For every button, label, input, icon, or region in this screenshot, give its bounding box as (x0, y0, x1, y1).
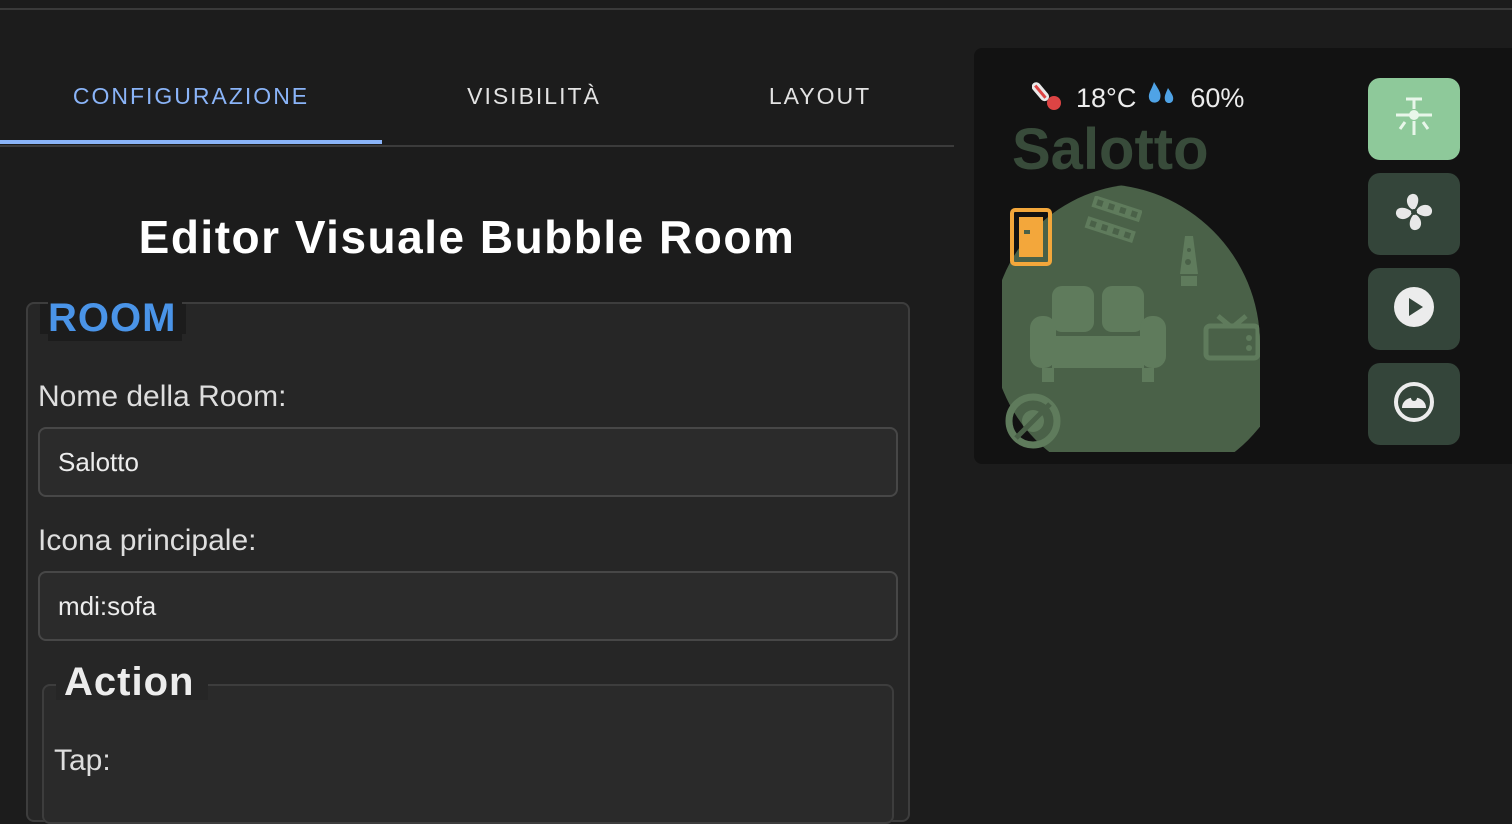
editor-title: Editor Visuale Bubble Room (138, 211, 796, 263)
action-section-legend: Action (64, 660, 195, 704)
fan-button[interactable] (1368, 173, 1460, 255)
tab-layout[interactable]: LAYOUT (686, 48, 954, 145)
play-icon (1392, 285, 1436, 334)
active-tab-indicator (0, 140, 382, 144)
door-icon[interactable] (1010, 208, 1052, 271)
sofa-icon[interactable] (1028, 282, 1168, 391)
tv-icon[interactable] (1202, 312, 1260, 369)
room-bubble[interactable] (1002, 184, 1260, 452)
temperature-value: 18°C (1076, 83, 1137, 113)
ceiling-fan-light-button[interactable] (1368, 78, 1460, 160)
tab-configurazione[interactable]: CONFIGURAZIONE (0, 48, 382, 145)
room-name-input[interactable] (38, 427, 898, 497)
tab-visibilita[interactable]: VISIBILITÀ (382, 48, 686, 145)
humidity-value: 60% (1190, 83, 1245, 113)
room-section-legend: ROOM (48, 296, 183, 341)
media-play-button[interactable] (1368, 268, 1460, 350)
main-icon-input[interactable] (38, 571, 898, 641)
lava-lamp-icon[interactable] (1178, 234, 1200, 293)
thermometer-icon (1031, 78, 1066, 119)
fan-icon (1392, 190, 1436, 239)
tab-bar: CONFIGURAZIONE VISIBILITÀ LAYOUT (0, 48, 954, 147)
preview-room-name: Salotto (1012, 117, 1209, 182)
tap-label: Tap: (54, 744, 111, 777)
sensor-status: 18°C 60% (1031, 78, 1245, 119)
film-strip-icon[interactable] (1084, 195, 1143, 251)
action-section (42, 684, 894, 824)
top-divider (0, 8, 1512, 10)
robot-vacuum-icon[interactable] (1004, 392, 1062, 452)
room-name-label: Nome della Room: (38, 380, 287, 413)
bubble-room-preview-card[interactable]: 18°C 60% Salotto (974, 48, 1512, 464)
main-icon-label: Icona principale: (38, 524, 257, 557)
water-drops-icon (1146, 78, 1180, 119)
ceiling-fan-light-icon (1392, 95, 1436, 144)
robot-button[interactable] (1368, 363, 1460, 445)
robot-icon (1392, 380, 1436, 429)
